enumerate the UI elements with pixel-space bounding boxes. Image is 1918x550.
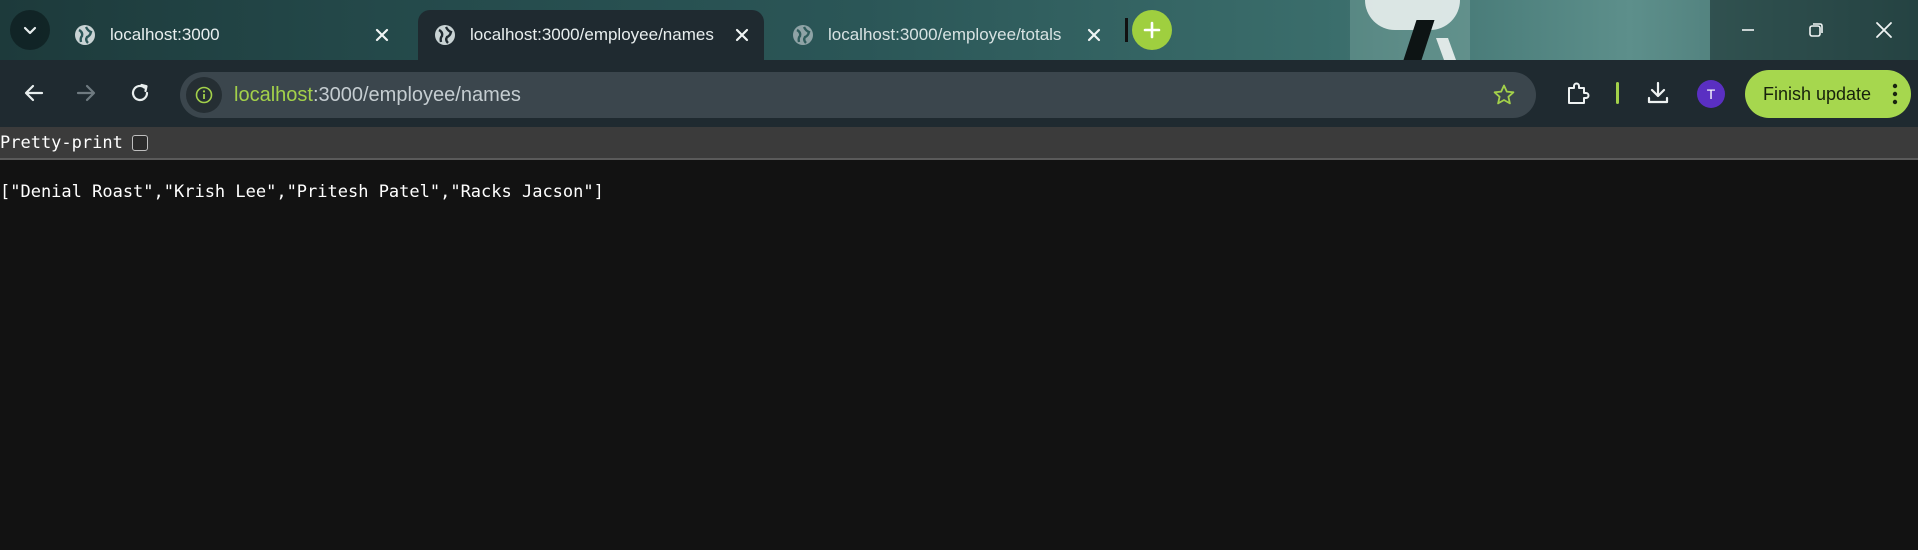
tab-title: localhost:3000/employee/totals	[828, 25, 1062, 44]
back-button[interactable]	[16, 75, 52, 111]
json-viewer-toolbar: Pretty-print	[0, 127, 1918, 160]
tab-title: localhost:3000/employee/names	[470, 25, 714, 44]
forward-button[interactable]	[68, 75, 104, 111]
plus-icon	[1143, 21, 1161, 39]
globe-icon	[793, 25, 813, 45]
finish-update-label: Finish update	[1763, 83, 1872, 104]
download-icon	[1647, 81, 1669, 104]
address-bar[interactable]: localhost:3000/employee/names	[180, 72, 1536, 118]
kebab-icon	[1892, 83, 1898, 105]
url-text: localhost:3000/employee/names	[234, 84, 521, 107]
downloads-button[interactable]	[1640, 75, 1676, 111]
tab-strip: localhost:3000 localhost:3000/employee/n…	[0, 0, 1918, 60]
tab-close-button[interactable]	[730, 23, 754, 47]
tab-close-button[interactable]	[370, 23, 394, 47]
site-info-button[interactable]	[186, 77, 222, 113]
tab-separator	[1125, 18, 1128, 42]
close-icon	[1876, 22, 1892, 38]
reload-icon	[131, 83, 149, 102]
pretty-print-label: Pretty-print	[0, 132, 123, 153]
close-icon	[375, 28, 389, 42]
bookmark-button[interactable]	[1492, 83, 1516, 112]
reload-button[interactable]	[122, 75, 158, 111]
toolbar-divider	[1616, 82, 1619, 104]
url-host: localhost	[234, 83, 313, 106]
tab-close-button[interactable]	[1082, 23, 1106, 47]
globe-icon	[75, 25, 95, 45]
info-icon	[195, 86, 213, 104]
tab-title: localhost:3000	[110, 25, 220, 44]
tab-search-button[interactable]	[10, 10, 50, 50]
forward-icon	[76, 84, 96, 102]
back-icon	[24, 84, 44, 102]
page-content: Pretty-print ["Denial Roast","Krish Lee"…	[0, 127, 1918, 550]
close-icon	[735, 28, 749, 42]
globe-icon	[435, 25, 455, 45]
wallpaper-decoration	[1365, 0, 1460, 30]
tab-localhost[interactable]: localhost:3000	[58, 10, 404, 60]
new-tab-button[interactable]	[1132, 10, 1172, 50]
pretty-print-checkbox[interactable]	[131, 134, 148, 151]
restore-button[interactable]	[1788, 10, 1844, 50]
extensions-button[interactable]	[1560, 75, 1596, 111]
close-icon	[1087, 28, 1101, 42]
json-raw-text: ["Denial Roast","Krish Lee","Pritesh Pat…	[0, 182, 604, 202]
star-icon	[1493, 84, 1515, 105]
url-path: :3000/employee/names	[312, 83, 521, 106]
profile-avatar[interactable]: T	[1697, 80, 1725, 108]
restore-icon	[1809, 23, 1823, 37]
tab-employee-names[interactable]: localhost:3000/employee/names	[418, 10, 764, 60]
extensions-icon	[1568, 82, 1590, 104]
minimize-button[interactable]	[1720, 10, 1776, 50]
browser-toolbar: localhost:3000/employee/names T Finish u…	[0, 60, 1918, 127]
chevron-down-icon	[23, 26, 37, 35]
close-window-button[interactable]	[1856, 10, 1912, 50]
finish-update-button[interactable]: Finish update	[1745, 70, 1911, 118]
tab-employee-totals[interactable]: localhost:3000/employee/totals	[776, 10, 1116, 60]
minimize-icon	[1742, 29, 1754, 31]
